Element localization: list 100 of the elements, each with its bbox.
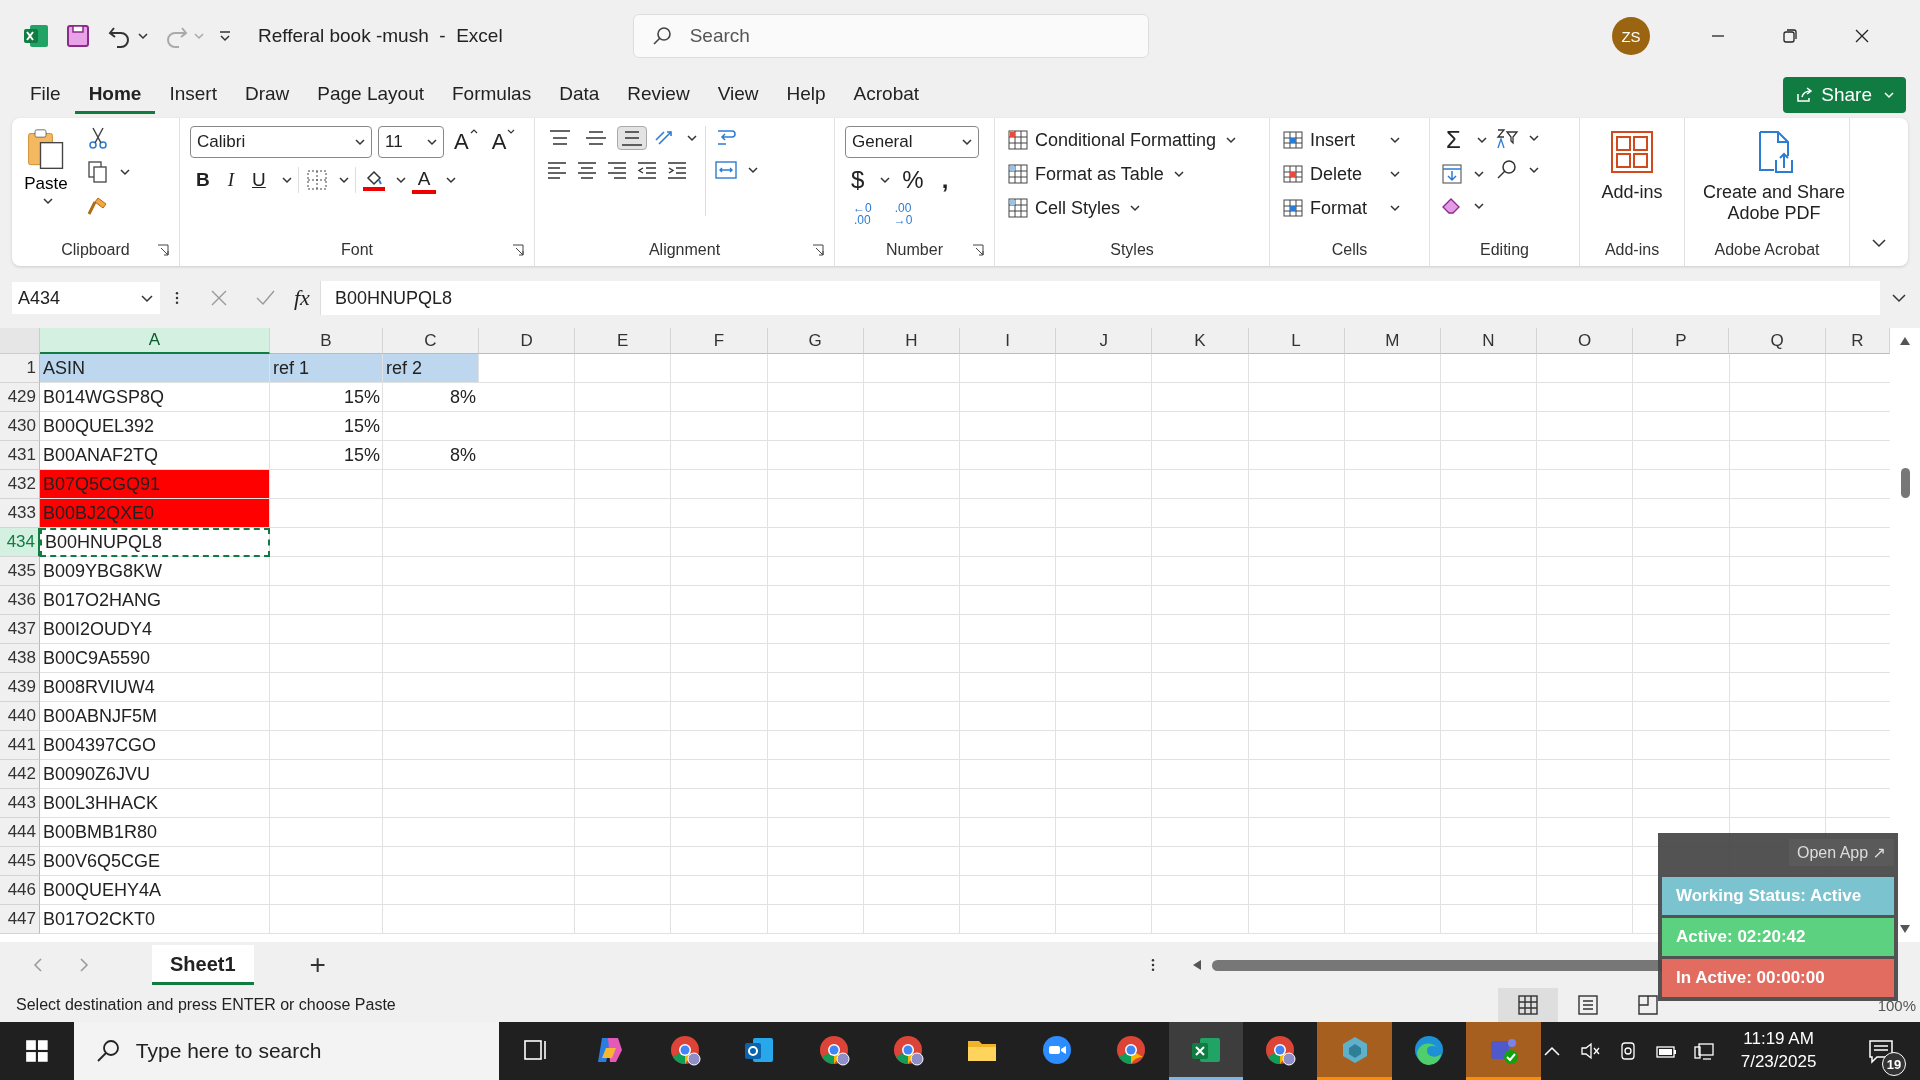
- decrease-decimal-button[interactable]: .00 →0: [885, 202, 921, 226]
- row-header[interactable]: 446: [0, 876, 40, 905]
- row-header[interactable]: 436: [0, 586, 40, 615]
- styles-menu-button[interactable]: Conditional Formatting: [1005, 126, 1239, 154]
- chevron-down-icon[interactable]: [880, 175, 891, 185]
- row-header[interactable]: 1: [0, 354, 40, 383]
- column-header[interactable]: C: [383, 328, 479, 354]
- row-header[interactable]: 430: [0, 412, 40, 441]
- sort-filter-icon[interactable]: [1494, 126, 1519, 150]
- network-icon[interactable]: [1692, 1040, 1715, 1062]
- copy-icon[interactable]: [86, 160, 110, 184]
- column-header[interactable]: R: [1825, 328, 1890, 354]
- chevron-down-icon[interactable]: [1528, 133, 1539, 143]
- chevron-down-icon[interactable]: [338, 175, 349, 185]
- italic-button[interactable]: I: [221, 167, 241, 193]
- column-header[interactable]: L: [1248, 328, 1345, 354]
- scissors-icon[interactable]: [86, 126, 110, 150]
- column-header[interactable]: H: [863, 328, 960, 354]
- ribbon-tab[interactable]: Review: [613, 76, 704, 114]
- row-header[interactable]: 447: [0, 905, 40, 934]
- underline-button[interactable]: U: [246, 167, 272, 193]
- bold-button[interactable]: B: [190, 167, 216, 193]
- increase-decimal-button[interactable]: ←0 .00: [845, 202, 880, 226]
- column-header[interactable]: D: [479, 328, 576, 354]
- ribbon-tab[interactable]: Formulas: [438, 76, 546, 114]
- add-ins-button[interactable]: Add-ins: [1597, 126, 1667, 207]
- ribbon-tab[interactable]: Insert: [155, 76, 231, 114]
- column-header[interactable]: F: [671, 328, 768, 354]
- column-header[interactable]: B: [270, 328, 383, 354]
- ribbon-tab[interactable]: Data: [545, 76, 614, 114]
- row-header[interactable]: 440: [0, 702, 40, 731]
- borders-icon[interactable]: [304, 168, 329, 192]
- restore-icon[interactable]: [1780, 26, 1800, 46]
- share-button[interactable]: Share: [1783, 77, 1906, 113]
- ribbon-tab[interactable]: Draw: [230, 76, 304, 114]
- paste-button[interactable]: Paste: [22, 126, 70, 208]
- number-format-dropdown[interactable]: General: [845, 126, 979, 158]
- dialog-launcher-icon[interactable]: [812, 244, 824, 256]
- percent-button[interactable]: %: [896, 166, 930, 194]
- column-header[interactable]: E: [575, 328, 672, 354]
- dialog-launcher-icon[interactable]: [512, 244, 524, 256]
- taskbar-excel-button[interactable]: [1168, 1022, 1243, 1080]
- styles-menu-button[interactable]: Cell Styles: [1005, 194, 1143, 222]
- chevron-down-icon[interactable]: [138, 31, 148, 41]
- save-icon[interactable]: [64, 22, 92, 50]
- taskbar-search-field[interactable]: Type here to search: [73, 1022, 499, 1080]
- decrease-font-size-button[interactable]: A: [487, 129, 520, 155]
- row-header[interactable]: 429: [0, 383, 40, 412]
- row-header[interactable]: 439: [0, 673, 40, 702]
- row-header[interactable]: 435: [0, 557, 40, 586]
- chevron-down-icon[interactable]: [120, 167, 130, 177]
- formula-input[interactable]: B00HNUPQL8: [319, 281, 1880, 315]
- cells-menu-button[interactable]: Insert: [1280, 126, 1402, 154]
- row-header[interactable]: 445: [0, 847, 40, 876]
- column-header[interactable]: I: [959, 328, 1057, 354]
- dialog-launcher-icon[interactable]: [157, 244, 169, 256]
- font-name-dropdown[interactable]: Calibri: [190, 126, 372, 158]
- vertical-align-button[interactable]: [617, 126, 647, 150]
- column-header[interactable]: O: [1537, 328, 1634, 354]
- row-header[interactable]: 444: [0, 818, 40, 847]
- zoom-level[interactable]: 100%: [1877, 996, 1916, 1014]
- font-size-dropdown[interactable]: 11: [378, 126, 444, 158]
- scrollbar-thumb[interactable]: [1900, 468, 1910, 498]
- name-box[interactable]: A434: [12, 282, 160, 314]
- row-header[interactable]: 434: [0, 528, 40, 557]
- fill-down-icon[interactable]: [1440, 162, 1464, 186]
- add-sheet-button[interactable]: +: [303, 948, 332, 982]
- chevron-down-icon[interactable]: [748, 165, 758, 175]
- autosum-button[interactable]: Σ: [1440, 126, 1467, 154]
- insert-function-button[interactable]: fx: [294, 285, 310, 311]
- column-header[interactable]: G: [767, 328, 864, 354]
- chevron-down-icon[interactable]: [687, 133, 697, 143]
- chevron-down-icon[interactable]: [1528, 165, 1539, 175]
- ribbon-tab[interactable]: File: [16, 76, 75, 114]
- dialog-launcher-icon[interactable]: [972, 244, 984, 256]
- column-header[interactable]: A: [40, 328, 270, 354]
- sheet-tab[interactable]: Sheet1: [152, 945, 254, 985]
- ribbon-tab[interactable]: Home: [74, 76, 156, 114]
- cells-menu-button[interactable]: Format: [1280, 194, 1402, 222]
- chevron-down-icon[interactable]: [446, 175, 457, 185]
- chevron-down-icon[interactable]: [1474, 201, 1484, 211]
- open-app-button[interactable]: Open App ↗: [1788, 839, 1894, 866]
- customize-toolbar-icon[interactable]: [218, 29, 232, 43]
- row-header[interactable]: 441: [0, 731, 40, 760]
- chevron-down-icon[interactable]: [1474, 169, 1484, 179]
- styles-menu-button[interactable]: Format as Table: [1005, 160, 1186, 188]
- column-header[interactable]: M: [1344, 328, 1441, 354]
- currency-button[interactable]: $: [845, 166, 871, 194]
- fill-color-icon[interactable]: [361, 168, 386, 192]
- chevron-down-icon[interactable]: [1476, 135, 1487, 145]
- normal-view-icon[interactable]: [1497, 988, 1558, 1022]
- speaker-muted-icon[interactable]: [1578, 1040, 1601, 1062]
- column-header[interactable]: K: [1152, 328, 1249, 354]
- chevron-down-icon[interactable]: [395, 175, 406, 185]
- cells-menu-button[interactable]: Delete: [1280, 160, 1402, 188]
- notification-button[interactable]: 19: [1856, 1026, 1906, 1076]
- comma-style-button[interactable]: ,: [935, 166, 955, 194]
- row-header[interactable]: 432: [0, 470, 40, 499]
- create-pdf-button[interactable]: Create and Share Adobe PDF: [1695, 126, 1853, 228]
- column-header[interactable]: P: [1633, 328, 1730, 354]
